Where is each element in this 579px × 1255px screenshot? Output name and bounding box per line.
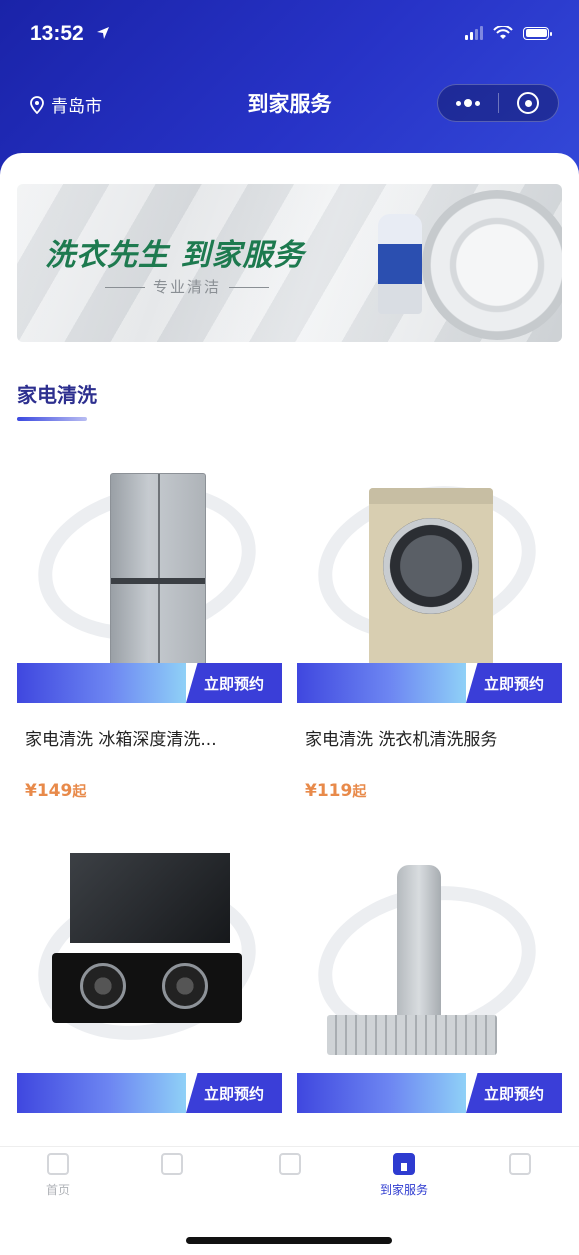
close-target-icon	[517, 92, 540, 114]
book-now-button[interactable]: 立即预约	[466, 663, 562, 703]
service-icon	[393, 1153, 415, 1175]
tabbar-item-profile[interactable]	[470, 1153, 570, 1181]
miniprogram-capsule	[437, 84, 559, 122]
location-arrow-icon	[97, 27, 109, 39]
category-tabs: 家电清洗	[17, 373, 562, 425]
range-hood-image	[17, 843, 282, 1063]
active-tab-indicator	[17, 417, 87, 421]
status-icons	[465, 26, 552, 40]
strip-text	[17, 663, 186, 703]
banner-title: 洗衣先生 到家服务	[45, 238, 305, 273]
product-price: ¥149起	[25, 781, 87, 801]
more-button[interactable]	[438, 85, 498, 121]
cart-icon	[279, 1153, 301, 1175]
product-name: 家电清洗 洗衣机清洗服务	[305, 730, 498, 750]
product-name: 家电清洗 冰箱深度清洗...	[25, 730, 217, 750]
strip-text	[17, 1073, 186, 1113]
product-price: ¥119起	[305, 781, 367, 801]
home-indicator[interactable]	[186, 1237, 392, 1244]
product-strip: 立即预约	[17, 663, 282, 703]
tabbar-label: 首页	[45, 1183, 70, 1197]
washing-machine-graphic	[422, 190, 562, 340]
header: 13:52 青岛市 到家服务	[0, 0, 579, 175]
profile-icon	[509, 1153, 531, 1175]
book-now-button[interactable]: 立即预约	[186, 663, 282, 703]
status-time: 13:52	[30, 22, 84, 45]
washing-machine-image	[297, 443, 562, 663]
tabbar-label: 到家服务	[379, 1183, 428, 1197]
strip-text	[297, 1073, 466, 1113]
tab-appliance-cleaning[interactable]: 家电清洗	[17, 379, 97, 408]
content-area: 洗衣先生 到家服务 专业清洁 家电清洗 立即预约 家电清洗 冰箱深度清洗... …	[0, 153, 579, 1255]
home-icon	[47, 1153, 69, 1175]
promo-banner[interactable]: 洗衣先生 到家服务 专业清洁	[17, 184, 562, 342]
technician-graphic	[378, 214, 422, 314]
nav-row: 青岛市 到家服务	[0, 84, 579, 124]
book-now-button[interactable]: 立即预约	[186, 1073, 282, 1113]
tabbar-item-service[interactable]: 到家服务	[354, 1153, 454, 1198]
wifi-icon	[493, 26, 513, 39]
category-icon	[161, 1153, 183, 1175]
book-now-button[interactable]: 立即预约	[466, 1073, 562, 1113]
status-bar: 13:52	[0, 18, 579, 54]
more-icon	[455, 99, 480, 107]
signal-icon	[465, 26, 483, 40]
product-strip: 立即预约	[297, 663, 562, 703]
banner-subtitle: 专业清洁	[97, 276, 277, 297]
fridge-image	[17, 443, 282, 663]
tabbar-item-cart[interactable]	[240, 1153, 340, 1181]
tabbar-item-category[interactable]	[122, 1153, 222, 1181]
battery-icon	[523, 26, 552, 40]
product-strip: 立即预约	[17, 1073, 282, 1113]
strip-text	[297, 663, 466, 703]
close-miniprogram-button[interactable]	[499, 85, 559, 121]
air-conditioner-image	[297, 843, 562, 1063]
tabbar-item-home[interactable]: 首页	[8, 1153, 108, 1198]
product-strip: 立即预约	[297, 1073, 562, 1113]
